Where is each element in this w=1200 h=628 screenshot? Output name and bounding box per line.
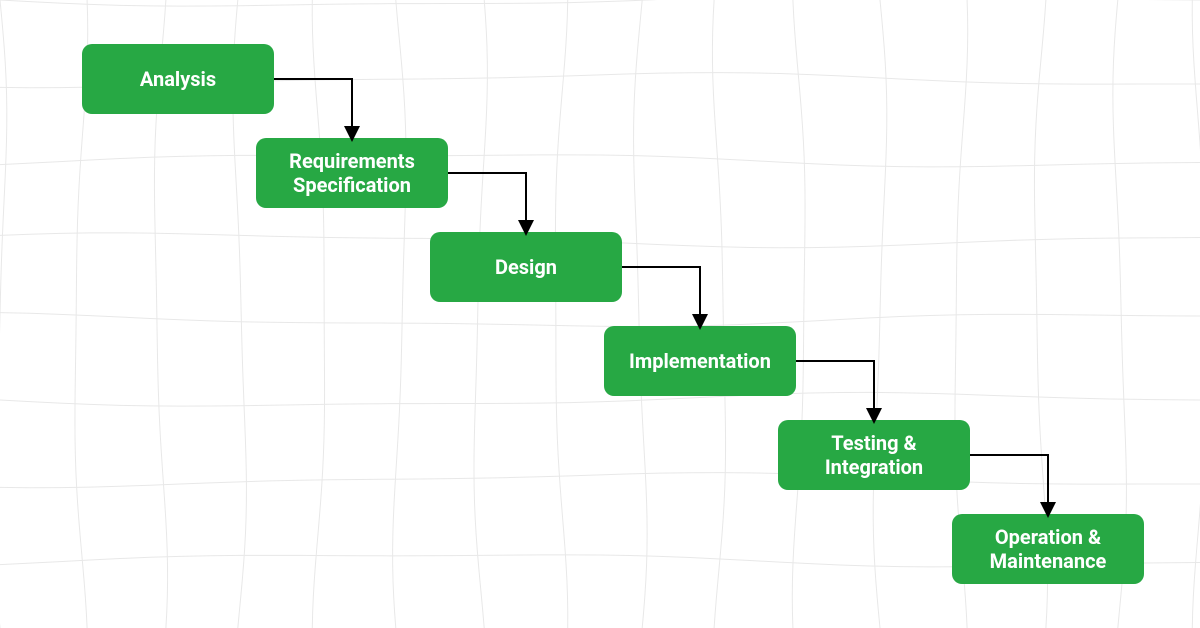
node-requirements: Requirements Specification — [256, 138, 448, 208]
arrow-design-to-implementation — [622, 267, 700, 326]
node-implementation: Implementation — [604, 326, 796, 396]
node-design: Design — [430, 232, 622, 302]
arrow-requirements-to-design — [448, 173, 526, 232]
node-analysis: Analysis — [82, 44, 274, 114]
node-operation: Operation & Maintenance — [952, 514, 1144, 584]
node-label: Analysis — [140, 67, 216, 91]
arrow-analysis-to-requirements — [274, 79, 352, 138]
arrow-implementation-to-testing — [796, 361, 874, 420]
node-label: Operation & Maintenance — [990, 525, 1107, 573]
node-label: Requirements Specification — [289, 149, 415, 197]
arrow-testing-to-operation — [970, 455, 1048, 514]
node-label: Testing & Integration — [825, 431, 923, 479]
node-testing: Testing & Integration — [778, 420, 970, 490]
diagram-canvas: Analysis Requirements Specification Design… — [0, 0, 1200, 628]
node-label: Design — [495, 255, 557, 279]
node-label: Implementation — [629, 349, 771, 373]
